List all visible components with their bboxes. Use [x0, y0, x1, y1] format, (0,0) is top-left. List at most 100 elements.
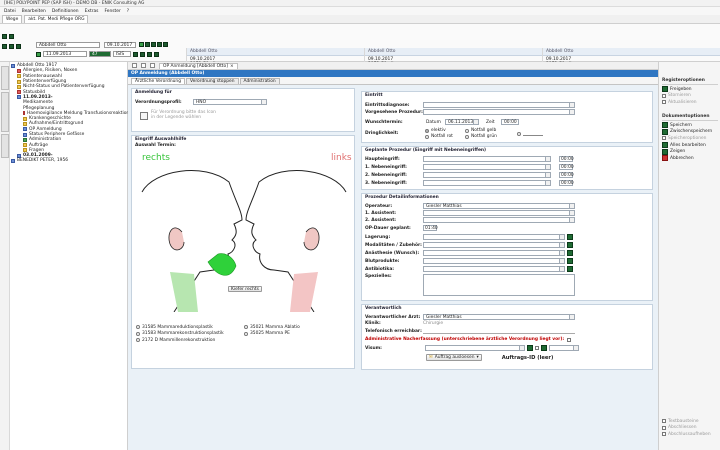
chevron-down-icon[interactable]: [559, 259, 564, 263]
subtab-aerztliche-verordnung[interactable]: Ärztliche Verordnung: [131, 78, 185, 84]
eingriff-option[interactable]: 31585 Mammareduktionsplastik: [136, 324, 224, 331]
visum-input[interactable]: [425, 345, 525, 351]
close-icon[interactable]: ×: [230, 64, 234, 69]
radio-icon[interactable]: [425, 134, 429, 139]
visum-picker-icon[interactable]: [527, 345, 533, 351]
abschliessen-option[interactable]: Abschliessen: [662, 425, 718, 432]
anaesthesie-picker-icon[interactable]: [567, 250, 573, 256]
stornieren-option[interactable]: Stornieren: [662, 93, 718, 100]
radio-icon[interactable]: [425, 128, 429, 133]
home-icon[interactable]: [132, 63, 137, 68]
menu-item-help[interactable]: ?: [127, 9, 129, 14]
lagerung-input[interactable]: [423, 234, 565, 240]
subtab-verordnung-stoppen[interactable]: Verordnung stoppen: [185, 78, 239, 84]
case-icon-2[interactable]: [140, 51, 145, 57]
visum-confirm-icon[interactable]: [541, 345, 547, 351]
quick-icon-5[interactable]: [163, 42, 168, 47]
nebeneingriff3-input[interactable]: [423, 180, 551, 186]
chevron-down-icon[interactable]: [545, 157, 550, 161]
nebeneingriff3-time[interactable]: 00:00: [559, 180, 574, 186]
haupteingriff-input[interactable]: [423, 156, 551, 162]
blutprodukte-input[interactable]: [423, 258, 565, 264]
chevron-down-icon[interactable]: [545, 173, 550, 177]
abschlussaufheben-option[interactable]: Abschlussaufheben: [662, 431, 718, 438]
case-code-field[interactable]: 47: [89, 51, 111, 57]
radio-icon[interactable]: [136, 338, 140, 343]
chevron-down-icon[interactable]: [569, 315, 574, 319]
operateur-input[interactable]: Giesler Matthias: [423, 203, 575, 209]
dringlichkeit-notfall-gelb[interactable]: Notfall gelb: [465, 128, 505, 133]
nebeneingriff2-input[interactable]: [423, 172, 551, 178]
vertical-tab-ablauf[interactable]: [1, 66, 9, 90]
case-icon-3[interactable]: [147, 51, 152, 57]
patient-name-field[interactable]: Abbdell Otto: [36, 42, 100, 48]
aktualisieren-option[interactable]: Aktualisieren: [662, 99, 718, 106]
dringlichkeit-notfall-gruen[interactable]: Notfall grün: [465, 134, 505, 139]
menu-item-extras[interactable]: Extras: [85, 9, 99, 14]
verantwortlicher-arzt-input[interactable]: Giesler Matthias: [423, 314, 575, 320]
quick-icon-1[interactable]: [139, 42, 144, 47]
eingriff-option[interactable]: 35021 Mamma Ablatio: [244, 324, 300, 331]
chevron-down-icon[interactable]: [519, 346, 524, 350]
radio-icon[interactable]: [136, 331, 140, 336]
dringlichkeit-notfall-rot[interactable]: Notfall rot: [425, 134, 465, 139]
chevron-down-icon[interactable]: [569, 204, 574, 208]
anaesthesie-input[interactable]: [423, 250, 565, 256]
case-icon-4[interactable]: [154, 51, 159, 57]
app-tab-patient[interactable]: akt. Pat. Medi Pflege ORG: [24, 15, 89, 23]
case-icon-1[interactable]: [133, 51, 138, 57]
freigeben-option[interactable]: Freigeben: [662, 86, 718, 93]
patient-date-field[interactable]: 09.10.2017: [104, 42, 136, 48]
eintrittsdiagnose-input[interactable]: [423, 102, 575, 108]
lagerung-picker-icon[interactable]: [567, 234, 573, 240]
menu-item-datei[interactable]: Datei: [4, 9, 16, 14]
chevron-down-icon[interactable]: [559, 267, 564, 271]
print-icon[interactable]: [150, 63, 155, 68]
telefon-input[interactable]: [423, 329, 575, 334]
zwischenspeichern-option[interactable]: Zwischenspeichern: [662, 128, 718, 136]
toolbar-icon-b[interactable]: [9, 44, 14, 49]
visum-date-input[interactable]: [549, 345, 579, 351]
nebeneingriff2-time[interactable]: 00:00: [559, 172, 574, 178]
chevron-down-icon[interactable]: [569, 218, 574, 222]
visum-checkbox[interactable]: [535, 346, 539, 350]
alles-bearbeiten-option[interactable]: Alles bearbeiten: [662, 142, 718, 149]
eingriff-option[interactable]: 2172 D Mammillenrekonstruktion: [136, 337, 224, 344]
haupteingriff-time[interactable]: 00:00: [559, 156, 574, 162]
chevron-down-icon[interactable]: [559, 235, 564, 239]
vorgesehene-prozedur-input[interactable]: [423, 109, 575, 115]
quick-icon-3[interactable]: [151, 42, 156, 47]
dringlichkeit-other-field[interactable]: [523, 132, 543, 136]
toolbar-icon-c[interactable]: [16, 44, 21, 49]
quick-icon-2[interactable]: [145, 42, 150, 47]
dringlichkeit-elektiv[interactable]: elektiv: [425, 128, 465, 133]
nebeneingriff1-time[interactable]: 00:00: [559, 164, 574, 170]
spezielles-textarea[interactable]: [423, 274, 575, 296]
antibiotika-input[interactable]: [423, 266, 565, 272]
zeigen-option[interactable]: Zeigen: [662, 148, 718, 155]
speicheroptionen-option[interactable]: Speicheroptionen: [662, 135, 718, 142]
assistent1-input[interactable]: [423, 210, 575, 216]
admin-nacherfassung-checkbox[interactable]: [567, 337, 572, 342]
tree-node[interactable]: BENEDIKT PETER, 1956: [11, 158, 127, 163]
speichern-option[interactable]: Speichern: [662, 122, 718, 129]
chevron-down-icon[interactable]: [545, 181, 550, 185]
chevron-down-icon[interactable]: [559, 251, 564, 255]
nav-back-icon[interactable]: [2, 34, 7, 39]
chevron-down-icon[interactable]: [545, 165, 550, 169]
list-icon[interactable]: [141, 63, 146, 68]
modalitaeten-input[interactable]: [423, 242, 565, 248]
quick-icon-4[interactable]: [157, 42, 162, 47]
chevron-down-icon[interactable]: [559, 243, 564, 247]
abbrechen-option[interactable]: Abbrechen: [662, 155, 718, 162]
chevron-down-icon[interactable]: [569, 103, 574, 107]
verordnungsprofil-select[interactable]: HNO: [193, 99, 267, 105]
case-location-field[interactable]: ISIS: [113, 51, 131, 57]
radio-icon[interactable]: [465, 134, 469, 139]
radio-icon[interactable]: [465, 128, 469, 133]
blutprodukte-picker-icon[interactable]: [567, 258, 573, 264]
radio-icon[interactable]: [244, 331, 248, 336]
radio-icon[interactable]: [136, 325, 140, 330]
datum-input[interactable]: 06.11.2013: [445, 119, 479, 125]
radio-icon[interactable]: [517, 131, 521, 136]
